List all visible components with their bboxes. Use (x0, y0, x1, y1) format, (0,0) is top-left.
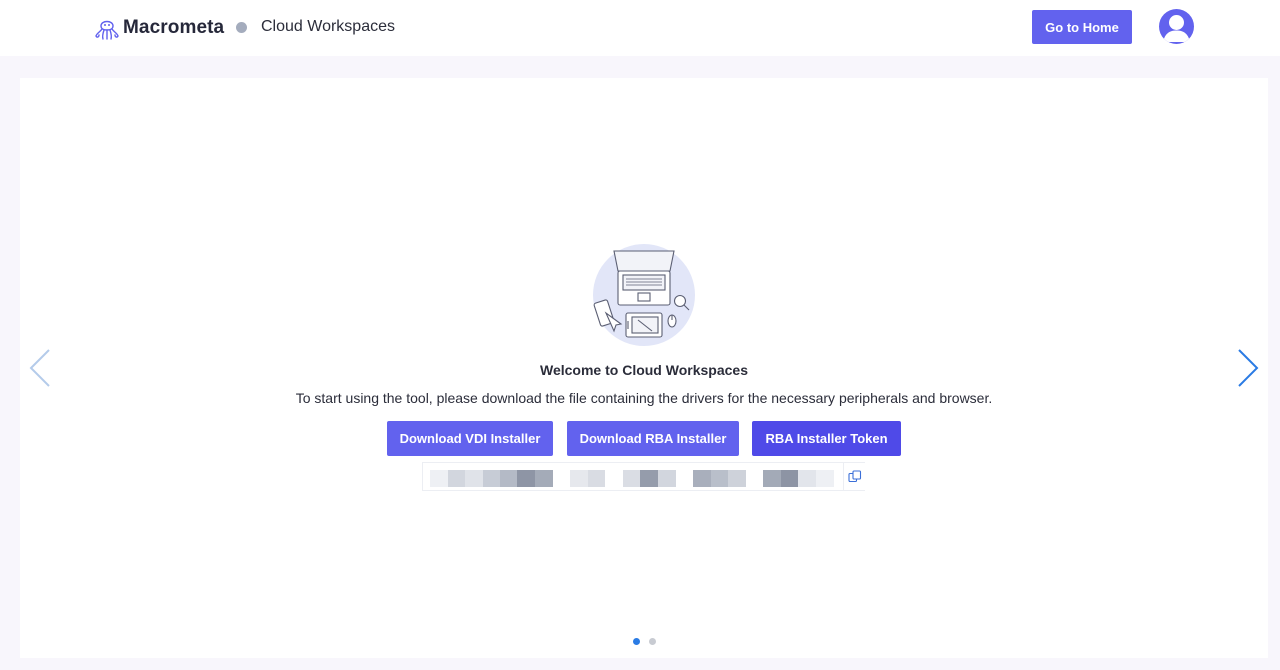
user-avatar[interactable] (1159, 9, 1194, 44)
redacted-block (483, 470, 500, 487)
redacted-block (588, 470, 605, 487)
welcome-title: Welcome to Cloud Workspaces (540, 362, 748, 378)
redacted-block (640, 470, 658, 487)
redacted-block (728, 470, 746, 487)
redacted-block (658, 470, 676, 487)
go-to-home-button[interactable]: Go to Home (1032, 10, 1132, 44)
brand[interactable]: Macrometa (94, 14, 224, 42)
redacted-block (693, 470, 711, 487)
redacted-block (711, 470, 728, 487)
redacted-block (448, 470, 465, 487)
rba-installer-token-button[interactable]: RBA Installer Token (752, 421, 901, 456)
copy-icon (848, 469, 862, 482)
brand-name: Macrometa (123, 17, 225, 38)
carousel-dot-1[interactable] (633, 638, 640, 645)
redacted-block (623, 470, 640, 487)
redacted-block (517, 470, 535, 487)
download-rba-installer-button[interactable]: Download RBA Installer (567, 421, 739, 456)
redacted-block (816, 470, 834, 487)
top-bar: Macrometa Cloud Workspaces Go to Home (0, 0, 1280, 56)
instructions-text: To start using the tool, please download… (295, 390, 993, 406)
laptop-illustration-icon (593, 244, 695, 346)
carousel-pagination (633, 638, 656, 645)
redacted-block (763, 470, 781, 487)
redacted-block (500, 470, 517, 487)
copy-token-button[interactable] (843, 463, 866, 490)
page-title: Cloud Workspaces (261, 18, 395, 35)
separator-dot (236, 22, 247, 33)
installer-token-field[interactable]: ···· ···· (422, 462, 865, 491)
carousel-dot-2[interactable] (649, 638, 656, 645)
redacted-block (430, 470, 448, 487)
download-vdi-installer-button[interactable]: Download VDI Installer (387, 421, 553, 456)
redacted-block (781, 470, 798, 487)
octopus-logo-icon (95, 20, 119, 40)
redacted-block (798, 470, 816, 487)
user-icon (1163, 15, 1190, 42)
redacted-block (570, 470, 588, 487)
redacted-block (535, 470, 553, 487)
redacted-block (465, 470, 483, 487)
